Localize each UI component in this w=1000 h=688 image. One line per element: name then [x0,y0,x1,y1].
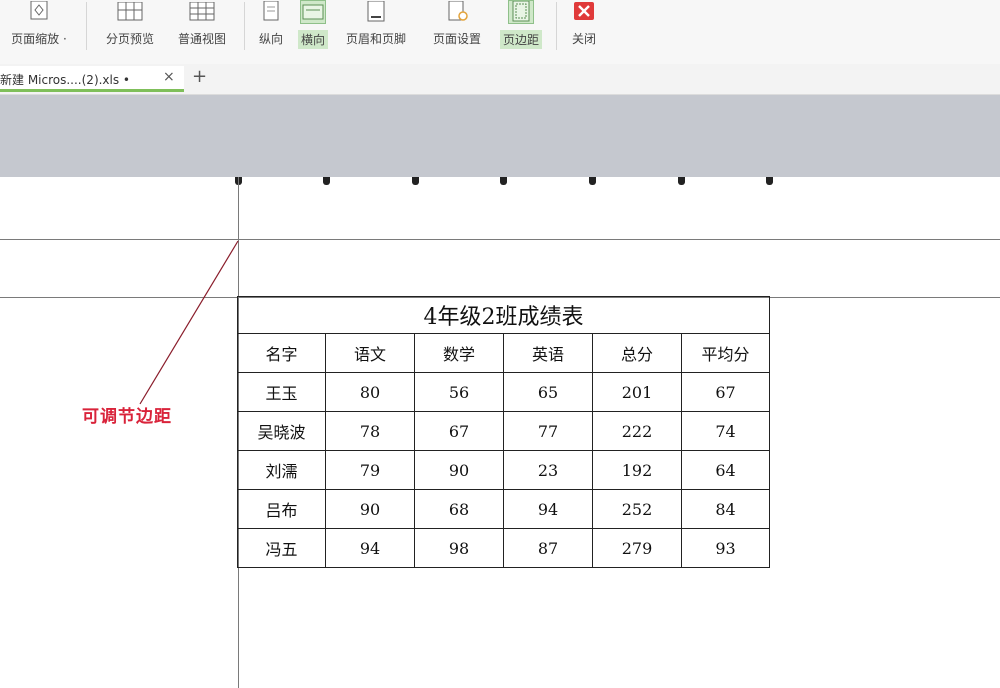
header-cell[interactable]: 总分 [592,333,682,373]
table-cell[interactable]: 68 [414,489,504,529]
table-cell[interactable]: 冯五 [237,528,326,568]
table-row: 王玉 80 56 65 201 67 [237,372,770,412]
table-row: 冯五 94 98 87 279 93 [237,528,770,568]
table-cell[interactable]: 87 [503,528,593,568]
table-cell[interactable]: 65 [503,372,593,412]
table-cell[interactable]: 67 [414,411,504,451]
table-cell[interactable]: 吕布 [237,489,326,529]
table-cell[interactable]: 192 [592,450,682,490]
table-cell[interactable]: 90 [414,450,504,490]
grade-table: 4年级2班成绩表 名字 语文 数学 英语 总分 平均分 王玉 80 56 65 … [237,296,770,568]
table-cell[interactable]: 93 [681,528,770,568]
table-cell[interactable]: 吴晓波 [237,411,326,451]
header-cell[interactable]: 数学 [414,333,504,373]
table-cell[interactable]: 252 [592,489,682,529]
table-cell[interactable]: 74 [681,411,770,451]
table-cell[interactable]: 67 [681,372,770,412]
table-row: 吴晓波 78 67 77 222 74 [237,411,770,451]
table-cell[interactable]: 201 [592,372,682,412]
table-cell[interactable]: 80 [325,372,415,412]
table-cell[interactable]: 56 [414,372,504,412]
table-cell[interactable]: 90 [325,489,415,529]
annotation-label: 可调节边距 [82,407,172,427]
table-cell[interactable]: 84 [681,489,770,529]
table-cell[interactable]: 刘濡 [237,450,326,490]
table-cell[interactable]: 94 [325,528,415,568]
table-cell[interactable]: 23 [503,450,593,490]
table-cell[interactable]: 98 [414,528,504,568]
table-cell[interactable]: 79 [325,450,415,490]
header-cell[interactable]: 名字 [237,333,326,373]
header-cell[interactable]: 语文 [325,333,415,373]
table-row: 刘濡 79 90 23 192 64 [237,450,770,490]
table-cell[interactable]: 王玉 [237,372,326,412]
table-header-row: 名字 语文 数学 英语 总分 平均分 [237,333,770,373]
header-cell[interactable]: 英语 [503,333,593,373]
table-cell[interactable]: 78 [325,411,415,451]
table-row: 吕布 90 68 94 252 84 [237,489,770,529]
table-title[interactable]: 4年级2班成绩表 [237,296,770,334]
table-cell[interactable]: 64 [681,450,770,490]
table-cell[interactable]: 94 [503,489,593,529]
header-cell[interactable]: 平均分 [681,333,770,373]
table-cell[interactable]: 222 [592,411,682,451]
table-cell[interactable]: 279 [592,528,682,568]
table-cell[interactable]: 77 [503,411,593,451]
